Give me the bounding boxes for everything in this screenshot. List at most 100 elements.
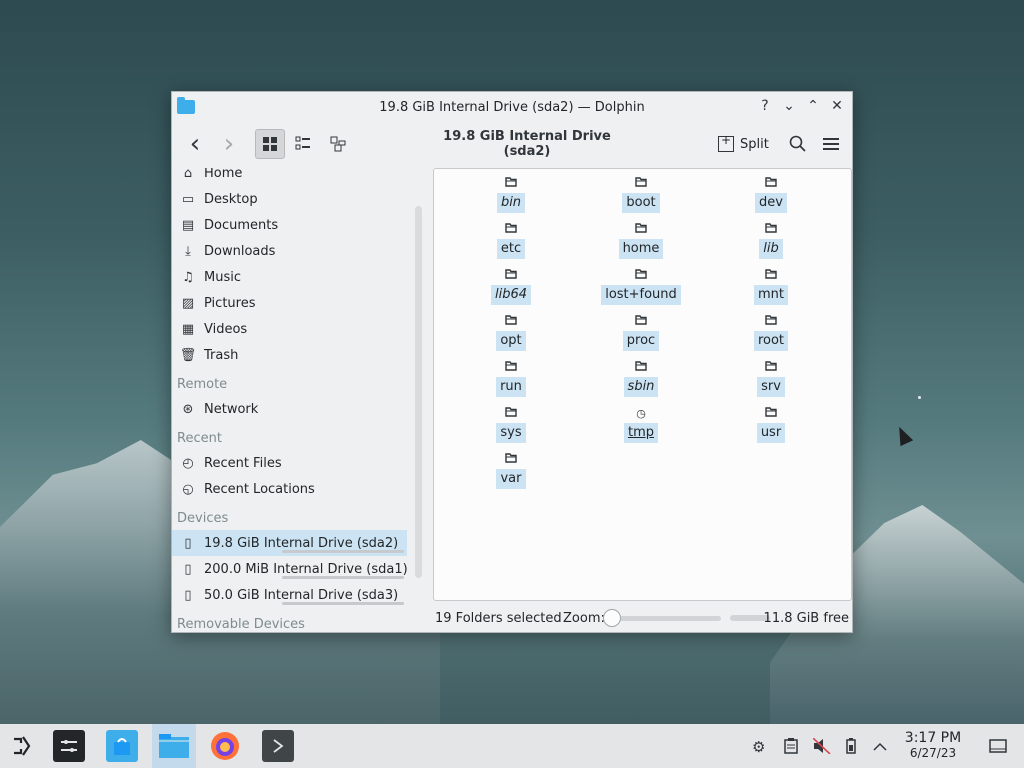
- icons-view-button[interactable]: [255, 129, 285, 159]
- toolbar: ‹ › 19.8 GiB Internal Drive (sda2) Split: [172, 122, 852, 166]
- sidebar-item-recent-files[interactable]: ◴ Recent Files: [172, 450, 422, 476]
- home-icon: ⌂: [183, 168, 193, 181]
- folder-item[interactable]: home: [576, 221, 706, 267]
- battery-glyph: [846, 738, 856, 754]
- sidebar-item-label: Documents: [204, 217, 279, 233]
- show-desktop-icon[interactable]: [989, 738, 1007, 758]
- volume-muted-icon[interactable]: [812, 737, 831, 758]
- sidebar-item-desktop[interactable]: ▭ Desktop: [172, 186, 422, 212]
- sidebar-item-network[interactable]: ⊛ Network: [172, 396, 422, 422]
- system-settings-button[interactable]: [53, 730, 85, 762]
- sidebar-item-recent-locations[interactable]: ◵ Recent Locations: [172, 476, 422, 502]
- downloads-icon: ⤓: [185, 243, 191, 259]
- folder-item[interactable]: dev: [706, 175, 836, 221]
- clipboard-icon[interactable]: [784, 738, 798, 758]
- sidebar-item-music[interactable]: ♫ Music: [172, 264, 422, 290]
- folder-item[interactable]: ◷ tmp: [576, 405, 706, 451]
- clock-time: 3:17 PM: [904, 730, 962, 746]
- mouse-cursor: [892, 423, 914, 447]
- sidebar-heading-remote[interactable]: Remote: [172, 368, 422, 396]
- wallpaper-star: [918, 396, 921, 399]
- search-button[interactable]: [783, 129, 813, 159]
- folder-name: mnt: [754, 285, 788, 305]
- titlebar[interactable]: 19.8 GiB Internal Drive (sda2) — Dolphin…: [172, 92, 852, 122]
- folder-item[interactable]: mnt: [706, 267, 836, 313]
- folder-item[interactable]: sbin: [576, 359, 706, 405]
- folder-item[interactable]: run: [446, 359, 576, 405]
- sidebar-item-home[interactable]: ⌂ Home: [172, 168, 422, 186]
- hamburger-menu-button[interactable]: [816, 129, 846, 159]
- split-button[interactable]: Split: [718, 129, 769, 159]
- folder-icon: [505, 451, 517, 469]
- folder-name: var: [496, 469, 526, 489]
- sidebar-heading-removable[interactable]: Removable Devices: [172, 608, 422, 632]
- folder-item[interactable]: srv: [706, 359, 836, 405]
- folder-name: bin: [496, 193, 526, 213]
- digital-clock[interactable]: 3:17 PM 6/27/23: [900, 731, 966, 761]
- settings-sliders-icon: [61, 740, 77, 752]
- desktop-glyph: [989, 739, 1007, 753]
- minimize-icon[interactable]: ⌄: [780, 97, 798, 115]
- sidebar-scrollbar[interactable]: [415, 206, 422, 578]
- konsole-button[interactable]: [262, 730, 294, 762]
- sidebar-item-trash[interactable]: 🗑 Trash: [172, 342, 422, 368]
- folder-item[interactable]: lost+found: [576, 267, 706, 313]
- folder-item[interactable]: opt: [446, 313, 576, 359]
- back-button[interactable]: ‹: [180, 129, 210, 159]
- folder-icon: [765, 175, 777, 193]
- folder-item[interactable]: etc: [446, 221, 576, 267]
- sidebar-item-sda3[interactable]: ▯ 50.0 GiB Internal Drive (sda3): [172, 582, 422, 608]
- folder-item[interactable]: root: [706, 313, 836, 359]
- tray-expand-icon[interactable]: [873, 738, 887, 756]
- zoom-slider-track[interactable]: [605, 616, 721, 621]
- folder-icon: [505, 359, 517, 377]
- desktop-icon: ▭: [181, 191, 195, 207]
- maximize-icon[interactable]: ⌃: [804, 97, 822, 115]
- battery-icon[interactable]: [846, 738, 856, 758]
- sidebar-item-label: 19.8 GiB Internal Drive (sda2): [204, 535, 399, 551]
- folder-item[interactable]: sys: [446, 405, 576, 451]
- folder-item[interactable]: proc: [576, 313, 706, 359]
- compact-view-button[interactable]: [288, 129, 318, 159]
- folder-icon: [505, 221, 517, 239]
- sidebar-item-videos[interactable]: ▦ Videos: [172, 316, 422, 342]
- capacity-bar: [282, 550, 404, 553]
- documents-icon: ▤: [181, 217, 195, 233]
- folder-item[interactable]: var: [446, 451, 576, 497]
- folder-item[interactable]: boot: [576, 175, 706, 221]
- details-view-icon: [330, 136, 346, 152]
- taskbar: ⚙ 3:17 PM 6/27/23: [0, 724, 1024, 768]
- discover-button[interactable]: [106, 730, 138, 762]
- sidebar-heading-devices[interactable]: Devices: [172, 502, 422, 530]
- folder-name: usr: [756, 423, 786, 443]
- folder-item[interactable]: lib64: [446, 267, 576, 313]
- launcher-icon: [14, 736, 31, 756]
- sidebar-item-label: 50.0 GiB Internal Drive (sda3): [204, 587, 399, 603]
- sidebar-item-documents[interactable]: ▤ Documents: [172, 212, 422, 238]
- help-icon[interactable]: ?: [756, 97, 774, 115]
- forward-button[interactable]: ›: [214, 129, 244, 159]
- folder-icon: [505, 175, 517, 193]
- close-icon[interactable]: ✕: [828, 97, 846, 115]
- folder-icon: [635, 221, 647, 239]
- zoom-slider-handle[interactable]: [603, 609, 621, 627]
- details-view-button[interactable]: [323, 129, 353, 159]
- folder-icon: [159, 734, 189, 758]
- sidebar-item-pictures[interactable]: ▨ Pictures: [172, 290, 422, 316]
- dolphin-taskbar-button[interactable]: [152, 724, 196, 768]
- folder-item[interactable]: bin: [446, 175, 576, 221]
- sidebar-item-sda2[interactable]: ▯ 19.8 GiB Internal Drive (sda2): [172, 530, 407, 556]
- drive-icon: ▯: [184, 535, 192, 551]
- sidebar-heading-recent[interactable]: Recent: [172, 422, 422, 450]
- sidebar-item-downloads[interactable]: ⤓ Downloads: [172, 238, 422, 264]
- firefox-button[interactable]: [209, 730, 241, 762]
- application-launcher-button[interactable]: [6, 730, 38, 762]
- zoom-label: Zoom:: [563, 610, 605, 626]
- folder-item[interactable]: usr: [706, 405, 836, 451]
- file-view[interactable]: bin boot dev etc home lib lib64 lost+found mnt op…: [433, 168, 852, 601]
- folder-item[interactable]: lib: [706, 221, 836, 267]
- network-tray-icon[interactable]: ⚙: [752, 738, 765, 756]
- sidebar-item-sda1[interactable]: ▯ 200.0 MiB Internal Drive (sda1): [172, 556, 422, 582]
- folder-name: sys: [496, 423, 526, 443]
- folder-name: home: [618, 239, 664, 259]
